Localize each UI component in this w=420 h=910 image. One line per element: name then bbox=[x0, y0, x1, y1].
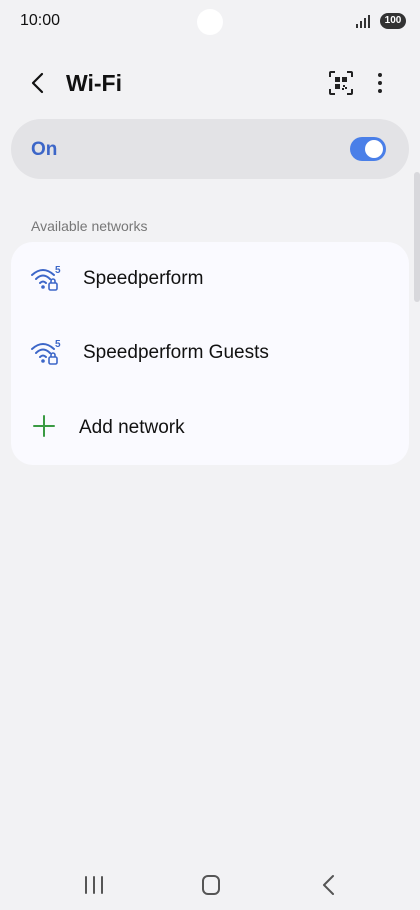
qr-code-scan-icon bbox=[329, 71, 353, 95]
networks-list: 5 Speedperform 5 Speedperform Guests Add… bbox=[11, 242, 409, 465]
header: Wi-Fi bbox=[0, 58, 420, 110]
recent-apps-button[interactable] bbox=[79, 872, 109, 898]
wifi-5ghz-locked-icon: 5 bbox=[31, 264, 63, 292]
add-network-button[interactable]: Add network bbox=[11, 391, 409, 465]
section-title: Available networks bbox=[31, 218, 148, 234]
add-network-label: Add network bbox=[79, 417, 185, 438]
navigation-bar bbox=[0, 860, 420, 910]
recent-apps-icon bbox=[85, 876, 103, 894]
svg-text:5: 5 bbox=[55, 265, 61, 276]
network-item[interactable]: 5 Speedperform Guests bbox=[11, 316, 409, 390]
wifi-toggle-row[interactable]: On bbox=[11, 119, 409, 179]
page-title: Wi-Fi bbox=[66, 70, 122, 96]
qr-code-scan-button[interactable] bbox=[328, 70, 354, 96]
network-name: Speedperform bbox=[83, 268, 204, 289]
signal-icon bbox=[356, 14, 370, 33]
status-time: 10:00 bbox=[20, 12, 61, 29]
home-icon bbox=[202, 875, 220, 895]
back-button[interactable] bbox=[24, 68, 54, 98]
status-bar: 10:00 100 bbox=[0, 0, 420, 44]
scrollbar[interactable] bbox=[414, 172, 420, 302]
back-icon bbox=[323, 875, 334, 895]
wifi-toggle-label: On bbox=[31, 139, 58, 160]
more-options-button[interactable] bbox=[368, 70, 392, 96]
wifi-switch[interactable] bbox=[350, 137, 386, 161]
nav-back-button[interactable] bbox=[314, 872, 344, 898]
back-icon bbox=[31, 72, 44, 94]
more-options-icon bbox=[378, 73, 382, 93]
svg-text:5: 5 bbox=[55, 339, 61, 350]
battery-icon: 100 bbox=[380, 13, 406, 29]
plus-icon bbox=[33, 415, 55, 437]
camera-cutout bbox=[197, 9, 223, 35]
network-name: Speedperform Guests bbox=[83, 342, 269, 363]
wifi-5ghz-locked-icon: 5 bbox=[31, 338, 63, 366]
home-button[interactable] bbox=[196, 872, 226, 898]
switch-knob bbox=[365, 140, 383, 158]
network-item[interactable]: 5 Speedperform bbox=[11, 242, 409, 316]
